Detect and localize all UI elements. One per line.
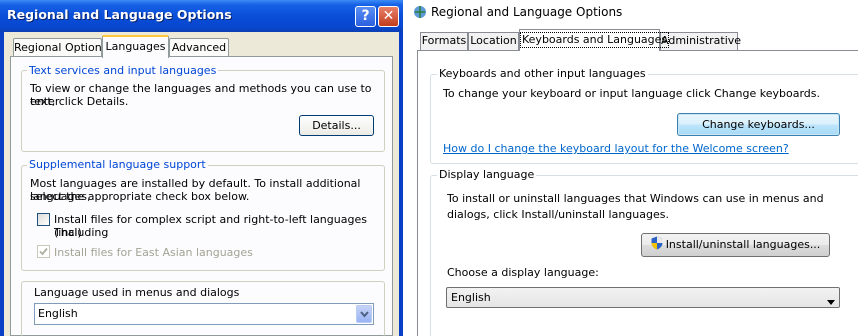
display-language-description-line1: To install or uninstall languages that W… (447, 192, 824, 205)
welcome-screen-help-link[interactable]: How do I change the keyboard layout for … (443, 142, 789, 155)
app-icon (413, 5, 427, 19)
close-icon[interactable]: ✕ (378, 6, 399, 27)
xp-window-title: Regional and Language Options (7, 7, 232, 22)
east-asian-label: Install files for East Asian languages (54, 246, 253, 259)
display-language-description-line2: dialogs, click Install/uninstall languag… (447, 208, 669, 221)
text-services-description-line2: text, click Details. (30, 95, 129, 108)
east-asian-checkbox[interactable] (37, 245, 50, 258)
complex-script-checkbox[interactable] (37, 213, 50, 226)
change-keyboards-button[interactable]: Change keyboards... (677, 113, 840, 136)
display-language-legend: Display language (437, 168, 537, 181)
languages-tab-panel: Text services and input languages To vie… (10, 56, 393, 336)
tab-administrative[interactable]: Administrative (660, 32, 741, 50)
tab-regional-options[interactable]: Regional Options (13, 38, 107, 57)
keyboards-legend: Keyboards and other input languages (437, 67, 648, 80)
keyboards-description: To change your keyboard or input languag… (443, 87, 820, 100)
checkmark-icon (39, 247, 48, 256)
menus-language-value: English (38, 307, 78, 320)
complex-script-label-line1: Install files for complex script and rig… (54, 213, 367, 239)
keyboards-tab-panel: Keyboards and other input languages To c… (417, 50, 858, 336)
tab-advanced[interactable]: Advanced (169, 38, 229, 57)
complex-script-label-line2: Thai) (54, 226, 82, 239)
help-icon[interactable]: ? (355, 6, 376, 27)
xp-title-bar[interactable]: Regional and Language Options ? ✕ (0, 0, 403, 32)
chevron-down-icon[interactable] (356, 305, 372, 323)
details-button[interactable]: Details... (299, 115, 374, 136)
tab-formats[interactable]: Formats (420, 32, 468, 50)
display-language-value: English (451, 291, 491, 304)
vista-title-bar[interactable]: Regional and Language Options (407, 0, 858, 24)
menus-language-select[interactable]: English (34, 303, 374, 325)
tab-location[interactable]: Location (468, 32, 519, 50)
tab-languages[interactable]: Languages (102, 35, 169, 58)
vista-window-title: Regional and Language Options (431, 5, 623, 19)
choose-display-language-label: Choose a display language: (447, 266, 599, 279)
tab-keyboards-and-languages[interactable]: Keyboards and Languages (519, 29, 670, 51)
install-uninstall-languages-button[interactable]: Install/uninstall languages... (641, 233, 830, 257)
text-services-legend: Text services and input languages (27, 64, 219, 77)
supplemental-legend: Supplemental language support (27, 158, 208, 171)
supplemental-description-line2: select the appropriate check box below. (30, 190, 250, 203)
chevron-down-icon[interactable] (827, 295, 835, 308)
tab-keyboards-and-languages-label: Keyboards and Languages (520, 32, 670, 48)
menus-language-label: Language used in menus and dialogs (34, 286, 240, 299)
shield-icon (651, 236, 663, 250)
display-language-select[interactable]: English (446, 287, 840, 308)
install-uninstall-languages-label: Install/uninstall languages... (665, 238, 821, 251)
